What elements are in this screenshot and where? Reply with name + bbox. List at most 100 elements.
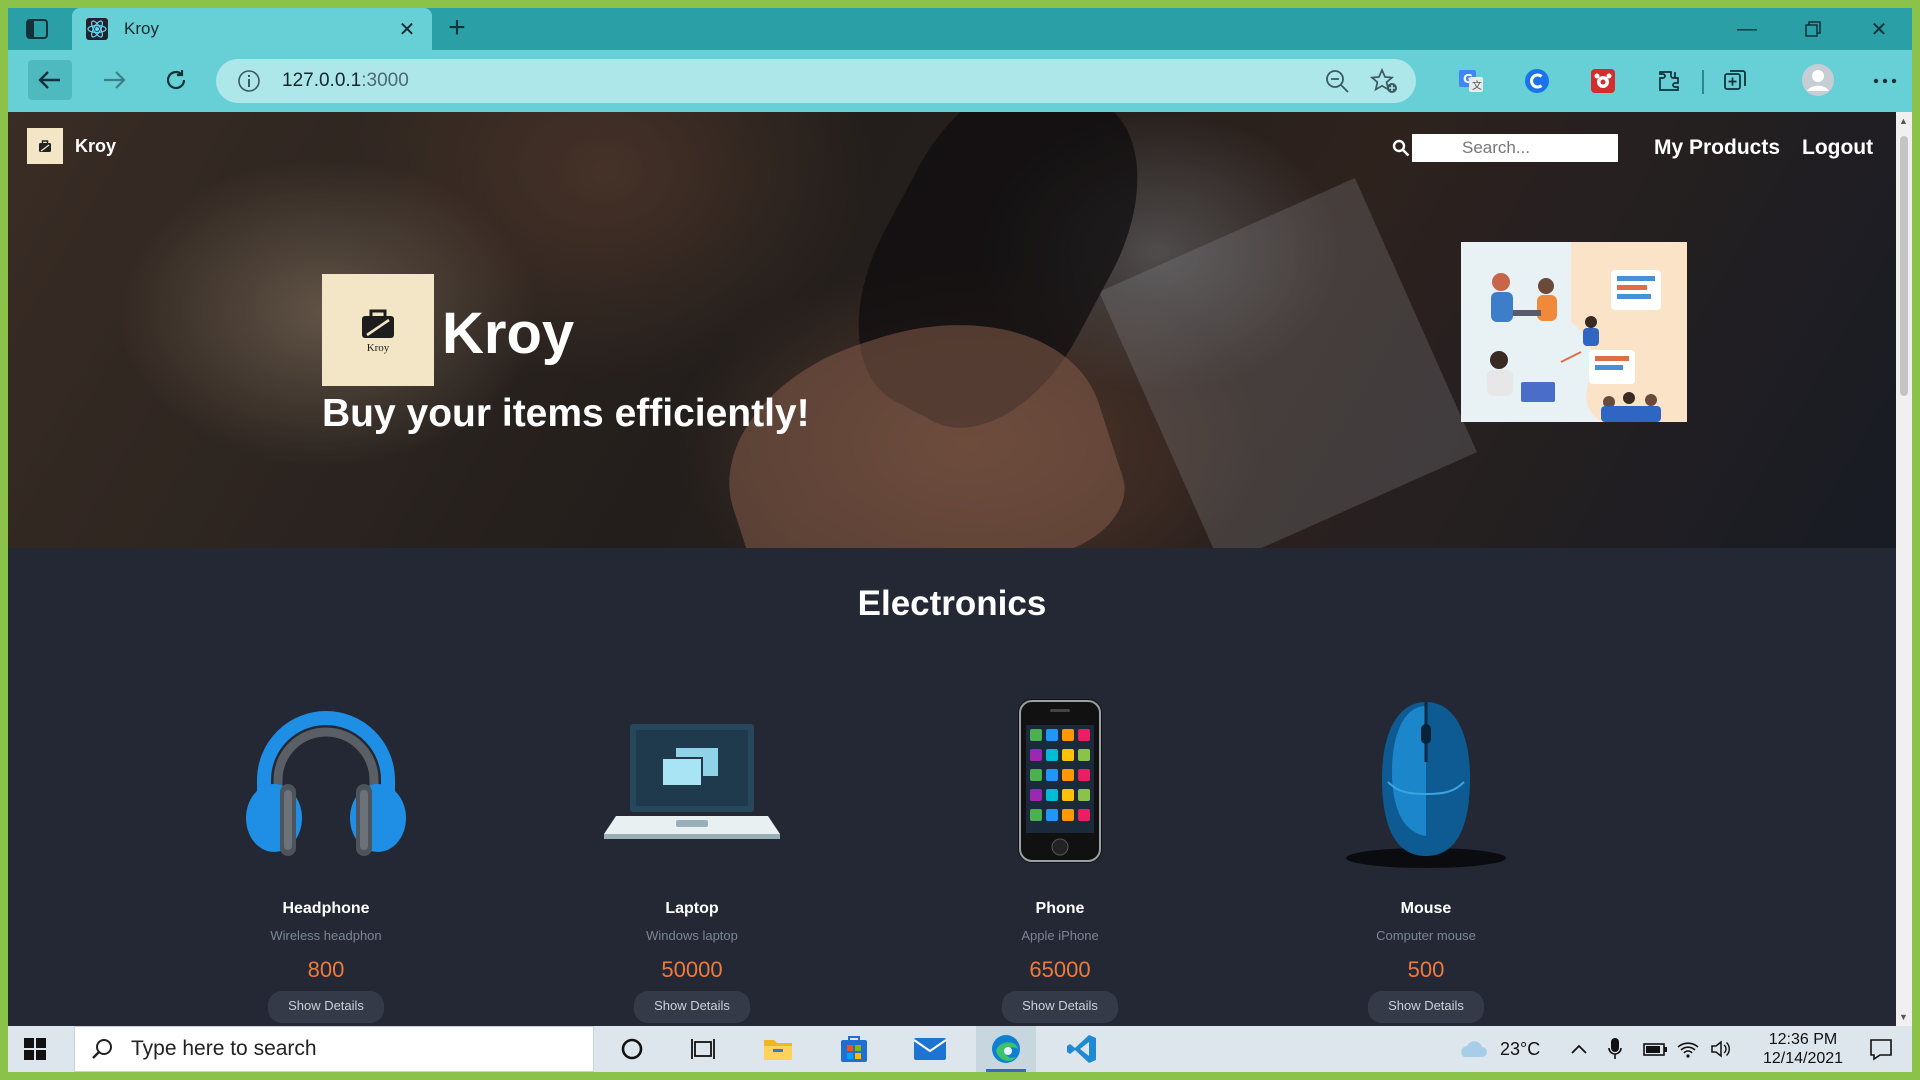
mouse-image — [1306, 682, 1546, 882]
mail-icon[interactable] — [900, 1026, 960, 1072]
hero-tagline: Buy your items efficiently! — [322, 392, 810, 435]
browser-toolbar: 127.0.0.1:3000 G文 — [8, 50, 1912, 112]
headphone-image — [206, 682, 446, 882]
wifi-icon[interactable] — [1676, 1026, 1700, 1072]
phone-app-tile — [1062, 769, 1074, 781]
phone-app-tile — [1078, 729, 1090, 741]
hero-logo-caption: Kroy — [366, 342, 390, 354]
phone-app-tile — [1030, 809, 1042, 821]
windows-taskbar: Type here to search 23°C 12:36 PM 12/14/… — [8, 1026, 1912, 1072]
show-details-button[interactable]: Show Details — [634, 991, 750, 1023]
nav-logout[interactable]: Logout — [1802, 136, 1873, 160]
show-details-button[interactable]: Show Details — [268, 991, 384, 1023]
hero-banner: Kroy My Products Logout Kroy Kroy Buy yo… — [8, 112, 1896, 548]
product-name: Laptop — [665, 900, 719, 917]
show-details-button[interactable]: Show Details — [1368, 991, 1484, 1023]
product-price: 50000 — [661, 957, 723, 982]
vscode-icon[interactable] — [1052, 1026, 1112, 1072]
task-view-icon[interactable] — [674, 1026, 734, 1072]
phone-app-tile — [1046, 729, 1058, 741]
show-details-button[interactable]: Show Details — [1002, 991, 1118, 1023]
back-button[interactable] — [28, 60, 72, 100]
product-card: Mouse Computer mouse 500 Show Details — [1306, 682, 1546, 1023]
scroll-down-icon[interactable]: ▼ — [1899, 1012, 1908, 1022]
product-name: Headphone — [282, 900, 370, 917]
show-hidden-icons-icon[interactable] — [1570, 1026, 1588, 1072]
volume-icon[interactable] — [1710, 1026, 1732, 1072]
microphone-icon[interactable] — [1608, 1026, 1622, 1072]
phone-app-tile — [1078, 769, 1090, 781]
extensions-icon[interactable] — [1654, 66, 1684, 96]
tab-strip: Kroy ✕ + — ✕ — [8, 8, 1912, 50]
phone-app-tile — [1062, 809, 1074, 821]
brand-name: Kroy — [75, 135, 117, 156]
brand-logo-icon — [27, 128, 63, 164]
url-text: 127.0.0.1:3000 — [282, 70, 409, 91]
profile-avatar-icon[interactable] — [1800, 62, 1836, 98]
zoom-out-icon[interactable] — [1324, 68, 1350, 99]
search-input[interactable] — [1412, 134, 1618, 162]
phone-app-tile — [1046, 749, 1058, 761]
phone-app-tile — [1078, 809, 1090, 821]
product-description: Wireless headphon — [270, 928, 382, 943]
restore-icon[interactable] — [1780, 8, 1846, 50]
phone-app-tile — [1062, 729, 1074, 741]
phone-app-tile — [1030, 749, 1042, 761]
scrollbar-thumb[interactable] — [1900, 136, 1908, 396]
cortana-icon[interactable] — [602, 1026, 662, 1072]
microsoft-store-icon[interactable] — [824, 1026, 884, 1072]
minimize-icon[interactable]: — — [1714, 8, 1780, 50]
site-navbar: Kroy My Products Logout — [8, 112, 1896, 178]
reload-button[interactable] — [154, 60, 198, 100]
add-favorite-icon[interactable] — [1369, 67, 1398, 99]
product-price: 800 — [307, 957, 345, 982]
shopping-bag-icon — [362, 309, 394, 338]
collections-icon[interactable] — [1720, 66, 1750, 96]
nav-my-products[interactable]: My Products — [1654, 136, 1780, 160]
windows-start-icon[interactable] — [8, 1026, 62, 1072]
edge-browser-icon[interactable] — [976, 1026, 1036, 1072]
product-card: Headphone Wireless headphon 800 Show Det… — [206, 682, 446, 1023]
weather-widget[interactable]: 23°C — [1456, 1026, 1540, 1072]
product-price: 65000 — [1029, 957, 1091, 982]
translate-extension-icon[interactable]: G文 — [1456, 66, 1486, 96]
browser-window: Kroy ✕ + — ✕ 127.0.0.1:3000 G 文 Kroy Sea… — [8, 8, 1912, 1072]
product-card: Phone Apple iPhone 65000 Show Details — [940, 682, 1180, 1023]
laptop-image — [572, 682, 812, 882]
file-explorer-icon[interactable] — [748, 1026, 808, 1072]
teamwork-illustration — [1461, 242, 1687, 422]
clock-time: 12:36 PM — [1768, 1031, 1838, 1048]
system-clock[interactable]: 12:36 PM 12/14/2021 — [1738, 1030, 1868, 1068]
taskbar-search[interactable]: Type here to search — [74, 1026, 594, 1072]
search-icon — [91, 1038, 113, 1060]
notifications-icon[interactable] — [1868, 1026, 1894, 1072]
address-bar[interactable]: 127.0.0.1:3000 — [216, 59, 1416, 103]
close-tab-icon[interactable]: ✕ — [396, 17, 418, 42]
hero-logo: Kroy — [322, 274, 434, 386]
more-options-icon[interactable] — [1870, 66, 1900, 96]
clock-date: 12/14/2021 — [1762, 1050, 1844, 1067]
cloud-icon — [1461, 1041, 1487, 1057]
product-name: Phone — [1035, 900, 1085, 917]
phone-app-tile — [1078, 749, 1090, 761]
page-scrollbar[interactable]: ▲ ▼ — [1896, 112, 1912, 1026]
phone-app-tile — [1030, 769, 1042, 781]
info-icon[interactable] — [236, 68, 262, 94]
phone-app-tile — [1030, 729, 1042, 741]
product-card: Laptop Windows laptop 50000 Show Details — [572, 682, 812, 1023]
forward-button[interactable] — [92, 60, 136, 100]
c-extension-icon[interactable] — [1522, 66, 1552, 96]
scroll-up-icon[interactable]: ▲ — [1899, 116, 1908, 126]
tab-actions-icon[interactable] — [20, 14, 54, 44]
tab-kroy[interactable]: Kroy ✕ — [72, 8, 432, 50]
hero-title: Kroy — [442, 301, 575, 366]
phone-app-tile — [1078, 789, 1090, 801]
phone-app-tile — [1030, 789, 1042, 801]
close-window-icon[interactable]: ✕ — [1846, 8, 1912, 50]
phone-app-tile — [1062, 749, 1074, 761]
red-extension-icon[interactable] — [1588, 66, 1618, 96]
site-search — [1392, 134, 1618, 162]
brand-link[interactable]: Kroy — [27, 128, 116, 164]
battery-icon[interactable] — [1642, 1026, 1668, 1072]
new-tab-button[interactable]: + — [440, 13, 474, 45]
